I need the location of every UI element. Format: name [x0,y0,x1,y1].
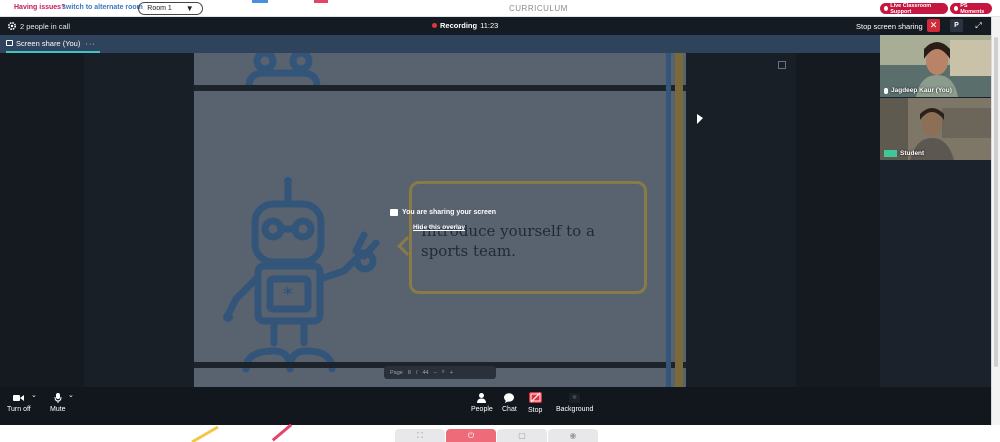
recording-indicator: Recording 11:23 [432,21,498,30]
ps-moments-label: PS Moments [960,2,985,15]
dock-leave-button[interactable]: ⏻ [446,429,496,442]
chevron-down-icon[interactable]: ⌄ [31,391,37,399]
overlay-message-text: You are sharing your screen [402,209,497,216]
top-bar: Having issues? switch to alternate room … [0,0,1000,17]
control-bar: Turn off ⌄ Mute ⌄ People Chat Stop Backg… [0,387,991,425]
accent-stripe [252,0,268,3]
stop-share-button[interactable]: Stop [528,392,542,414]
zoom-out-button[interactable]: − [434,370,437,376]
background-label: Background [556,406,594,413]
page-total: 44 [422,369,429,376]
page-label: Page [390,369,403,376]
chevron-down-icon[interactable]: ⌄ [68,391,74,399]
video-tile-self[interactable]: Jagdeep Kaur (You) [880,35,991,97]
status-badge [884,150,897,157]
issues-text: Having issues? [14,4,66,11]
more-icon[interactable]: ··· [85,39,96,48]
page-title: CURRICULUM [509,4,568,13]
dock-whiteboard-button[interactable]: ▢ [497,429,547,442]
stage-side-left [84,53,194,387]
stop-label: Stop [528,407,543,414]
close-icon: ✕ [929,20,938,30]
room-select[interactable]: Room 1 ▼ [138,2,203,15]
people-label: People [471,406,493,413]
svg-text:*: * [283,284,293,305]
caret-down-icon: ▼ [185,4,194,13]
slide-stripe-blue [666,53,671,404]
screen-icon [6,40,13,46]
accent-stripe [314,0,328,3]
page-scrollbar[interactable] [991,17,1000,425]
recording-time: 11:23 [480,21,499,30]
gear-icon[interactable] [7,21,17,31]
mouse-cursor-icon [697,114,703,124]
scrollbar-thumb[interactable] [994,37,998,367]
person-icon [476,392,487,403]
video-tile-student[interactable]: Student [880,98,991,160]
tab-screen-share[interactable]: Screen share (You) ··· [6,35,100,53]
mic-icon [884,87,888,94]
accent-stripe [271,423,293,442]
background-icon [569,392,581,403]
tile-name-self: Jagdeep Kaur (You) [884,87,952,94]
microphone-icon [52,392,63,403]
live-support-button[interactable]: Live Classroom Support [880,2,948,15]
moments-icon [954,6,959,11]
fullscreen-button[interactable]: ⤢ [972,19,985,32]
page-controls: Page 8 / 44 − ⌕ + [384,366,496,379]
slide-divider-top [194,85,686,91]
background-button[interactable]: Background [556,392,594,413]
chat-button[interactable]: Chat [502,392,517,413]
sharing-overlay-message: You are sharing your screen [390,209,496,216]
room-select-value: Room 1 [147,5,172,12]
stop-screen-sharing-label[interactable]: Stop screen sharing [856,22,923,31]
people-button[interactable]: People [471,392,493,413]
tab-label: Screen share (You) [16,38,81,48]
mute-label: Mute [50,406,66,413]
pop-out-icon[interactable] [778,61,786,69]
turn-off-label: Turn off [7,406,31,413]
live-support-label: Live Classroom Support [890,2,932,15]
stop-sharing-close-button[interactable]: ✕ [927,19,940,32]
switch-room-link[interactable]: switch to alternate room [62,4,143,11]
support-icon [884,6,889,11]
hide-overlay-link[interactable]: Hide this overlay [413,224,465,231]
chat-label: Chat [502,406,517,413]
dock-palette-button[interactable]: ◉ [548,429,598,442]
page-separator: / [415,369,418,376]
fullscreen-icon: ⛶ [417,430,423,440]
stage-side-right [686,53,796,387]
palette-icon: ◉ [569,431,577,440]
dock-fullscreen-button[interactable]: ⛶ [395,429,445,442]
tile-name-text: Jagdeep Kaur (You) [891,87,952,94]
chat-bubble-icon [504,392,515,403]
slide-stripe-gold [675,53,683,404]
share-tab-bar: Screen share (You) ··· [0,35,880,53]
zoom-in-button[interactable]: + [450,370,453,376]
power-icon: ⏻ [467,430,475,440]
participant-p-button[interactable]: P [950,19,963,32]
camera-icon [13,393,25,402]
stop-share-icon [528,392,542,403]
recording-label: Recording [440,21,478,30]
accent-stripe [191,425,219,442]
zoom-search-icon[interactable]: ⌕ [442,369,445,376]
call-header: 2 people in call Recording 11:23 Stop sc… [0,17,991,35]
tile-name-student: Student [884,150,924,157]
ps-moments-button[interactable]: PS Moments [950,2,992,15]
bottom-dock: ⛶ ⏻ ▢ ◉ [0,423,1000,442]
people-count: 2 people in call [20,22,71,31]
page-current[interactable]: 8 [408,370,411,376]
expand-icon: ⤢ [975,20,982,30]
record-dot-icon [432,23,437,28]
square-icon: ▢ [518,431,526,440]
screen-share-icon [390,209,398,216]
turn-off-camera-button[interactable]: Turn off [7,393,31,413]
tile-name-text: Student [900,150,925,157]
mute-button[interactable]: Mute [50,392,66,413]
